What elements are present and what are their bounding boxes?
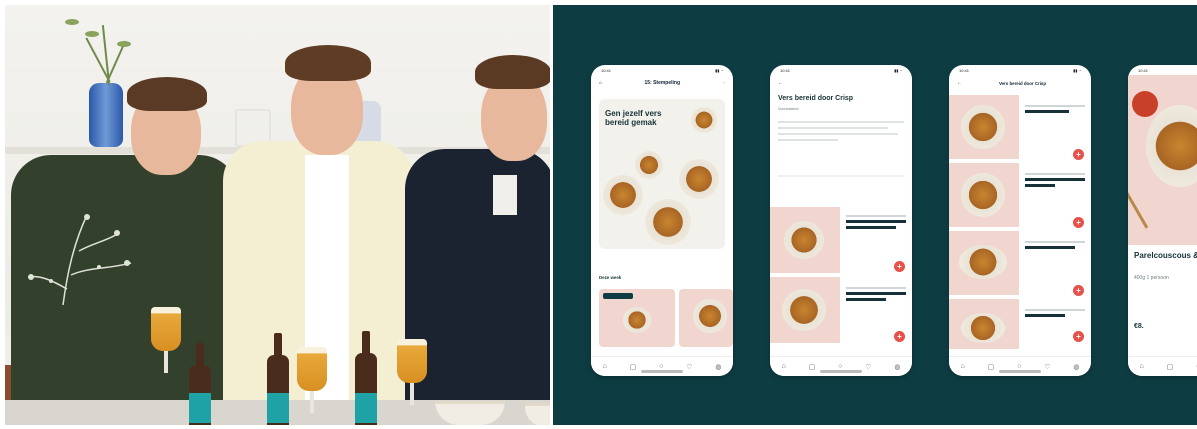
search-icon[interactable]: ○: [838, 363, 842, 370]
phone-home-screen: 10:41 ▮▮ ◔ ⌂ 15: Stempeling ·· Gen jezelf…: [591, 65, 733, 376]
product-image[interactable]: [949, 163, 1019, 227]
back-arrow-icon[interactable]: ←: [957, 80, 962, 86]
beer-bottle: [267, 333, 289, 425]
brand-subtitle: Voortvarend: [778, 107, 799, 111]
basket-icon[interactable]: ▢: [809, 363, 816, 371]
location-selector[interactable]: 15: Stempeling: [644, 80, 680, 86]
beer-glass: [397, 339, 427, 405]
phone-brand-screen: 10:41 ▮▮ ◔ ← Vers bereid door Crisp Voort…: [770, 65, 912, 376]
product-image[interactable]: [770, 207, 840, 273]
basket-icon[interactable]: ▢: [1167, 363, 1174, 371]
bottom-nav: ⌂ ▢ ○ ♡ ◍: [591, 356, 733, 376]
profile-icon[interactable]: ◍: [894, 363, 900, 371]
profile-icon[interactable]: ◍: [715, 363, 721, 371]
phone-product-list: 10:41 ▮▮ ◔ ← Vers bereid door Crisp + + +…: [949, 65, 1091, 376]
search-icon[interactable]: ○: [1017, 363, 1021, 370]
dish-image: [635, 151, 663, 179]
beer-bottle: [189, 343, 211, 425]
product-card[interactable]: [679, 289, 733, 347]
bottom-nav: ⌂ ▢ ○ ♡ ◍: [770, 356, 912, 376]
dish-image: [691, 107, 717, 133]
add-to-cart-button[interactable]: +: [1073, 331, 1084, 342]
back-arrow-icon[interactable]: ←: [778, 80, 783, 86]
beer-glass: [151, 307, 181, 373]
product-price: €8.: [1134, 323, 1144, 330]
hero-heading: Gen jezelf vers bereid gemak: [605, 109, 662, 127]
bottom-nav: ⌂ ▢ ○ ♡ ◍: [1128, 356, 1197, 376]
heart-icon[interactable]: ♡: [686, 363, 692, 371]
app-promo-panel: 10:41 ▮▮ ◔ ⌂ 15: Stempeling ·· Gen jezelf…: [553, 5, 1197, 425]
product-hero-image: [1128, 75, 1197, 245]
product-unit: 400g 1 persoon: [1134, 275, 1169, 281]
product-name: Parelcouscous & klassieke s: [1134, 251, 1197, 260]
embroidered-plant-pattern: [28, 214, 132, 306]
add-to-cart-button[interactable]: +: [1073, 217, 1084, 228]
section-title: Deze week: [599, 275, 622, 280]
profile-icon[interactable]: ◍: [1073, 363, 1079, 371]
blue-vase: [89, 83, 123, 147]
product-card[interactable]: [599, 289, 675, 347]
heart-icon[interactable]: ♡: [865, 363, 871, 371]
basket-icon[interactable]: ▢: [988, 363, 995, 371]
home-icon[interactable]: ⌂: [602, 363, 606, 370]
dish-image: [645, 199, 691, 245]
add-to-cart-button[interactable]: +: [1073, 285, 1084, 296]
basket-icon[interactable]: ▢: [630, 363, 637, 371]
hero-banner[interactable]: Gen jezelf vers bereid gemak: [599, 99, 725, 249]
add-to-cart-button[interactable]: +: [894, 261, 905, 272]
founders-photo: [5, 5, 550, 425]
brand-title: Vers bereid door Crisp: [778, 95, 854, 102]
add-to-cart-button[interactable]: +: [1073, 149, 1084, 160]
add-to-cart-button[interactable]: +: [894, 331, 905, 342]
heart-icon[interactable]: ♡: [1044, 363, 1050, 371]
page: 10:41 ▮▮ ◔ ⌂ 15: Stempeling ·· Gen jezelf…: [0, 0, 1197, 429]
product-image[interactable]: [770, 277, 840, 343]
beer-glass: [297, 347, 327, 413]
list-title: Vers bereid door Crisp: [998, 80, 1047, 86]
search-icon[interactable]: ○: [659, 363, 663, 370]
phone-product-detail: 10:41 Parelcouscous & klassieke s 400g 1…: [1128, 65, 1197, 376]
product-image[interactable]: [949, 95, 1019, 159]
dish-image: [603, 175, 643, 215]
product-image[interactable]: [949, 231, 1019, 295]
beer-bottle: [355, 331, 377, 425]
home-icon[interactable]: ⌂: [960, 363, 964, 370]
product-image[interactable]: [949, 299, 1019, 349]
bottom-nav: ⌂ ▢ ○ ♡ ◍: [949, 356, 1091, 376]
home-icon[interactable]: ⌂: [599, 80, 602, 86]
dish-image: [679, 159, 719, 199]
home-icon[interactable]: ⌂: [1139, 363, 1143, 370]
home-icon[interactable]: ⌂: [781, 363, 785, 370]
